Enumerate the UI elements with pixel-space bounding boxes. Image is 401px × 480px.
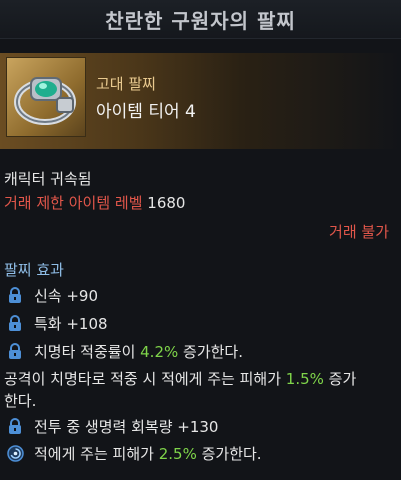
bracelet-icon [6, 57, 86, 137]
effect-text: 전투 중 생명력 회복량 +130 [34, 418, 219, 436]
trade-level-label: 거래 제한 아이템 레벨 [4, 194, 143, 212]
effect-row: 특화 +108 [6, 313, 108, 334]
effect-value: 4.2% [140, 343, 179, 361]
effect-row: 전투 중 생명력 회복량 +130 [6, 416, 218, 437]
effect-text: 특화 +108 [34, 315, 108, 333]
effect-value: 1.5% [285, 370, 324, 388]
effect-text-part: 증가한다. [196, 445, 262, 463]
trade-level-value: 1680 [147, 194, 186, 212]
lock-icon [6, 315, 24, 333]
lock-icon [6, 343, 24, 361]
lock-icon [6, 418, 24, 436]
effect-text-part: 증가한다. [178, 343, 243, 361]
effect-text-part: 치명타 적중률이 [34, 343, 141, 361]
item-tier: 아이템 티어 4 [96, 102, 196, 122]
effect-text-part: 증가 [323, 370, 357, 388]
lock-icon [6, 287, 24, 305]
no-trade-label: 거래 불가 [329, 223, 389, 241]
effect-row: 치명타 적중률이 4.2% 증가한다. [6, 341, 243, 362]
bound-status: 캐릭터 귀속됨 [4, 170, 92, 188]
effects-title: 팔찌 효과 [4, 261, 64, 279]
effect-row: 적에게 주는 피해가 2.5% 증가한다. [6, 443, 262, 464]
effect-text: 적에게 주는 피해가 2.5% 증가한다. [34, 443, 262, 464]
effect-text: 신속 +90 [34, 287, 99, 305]
effect-value: 2.5% [158, 445, 197, 463]
trade-level-restriction: 거래 제한 아이템 레벨 1680 [4, 192, 185, 213]
effect-row: 신속 +90 [6, 285, 98, 306]
item-name: 찬란한 구원자의 팔찌 [105, 8, 296, 33]
item-header: 고대 팔찌 아이템 티어 4 [0, 53, 401, 149]
item-tooltip: 찬란한 구원자의 팔찌 고대 팔찌 아이템 티어 4 캐릭터 귀속됨 거래 제한… [0, 0, 401, 480]
effect-text-part: 공격이 치명타로 적중 시 적에게 주는 피해가 [4, 370, 286, 388]
effect-text-part: 적에게 주는 피해가 [34, 445, 159, 463]
swirl-icon [6, 445, 24, 463]
title-bar: 찬란한 구원자의 팔찌 [0, 0, 401, 39]
effect-description: 공격이 치명타로 적중 시 적에게 주는 피해가 1.5% 증가 [4, 368, 356, 389]
item-grade: 고대 팔찌 [96, 75, 156, 93]
effect-description-continued: 한다. [4, 392, 37, 410]
effect-text: 치명타 적중률이 4.2% 증가한다. [34, 341, 243, 362]
